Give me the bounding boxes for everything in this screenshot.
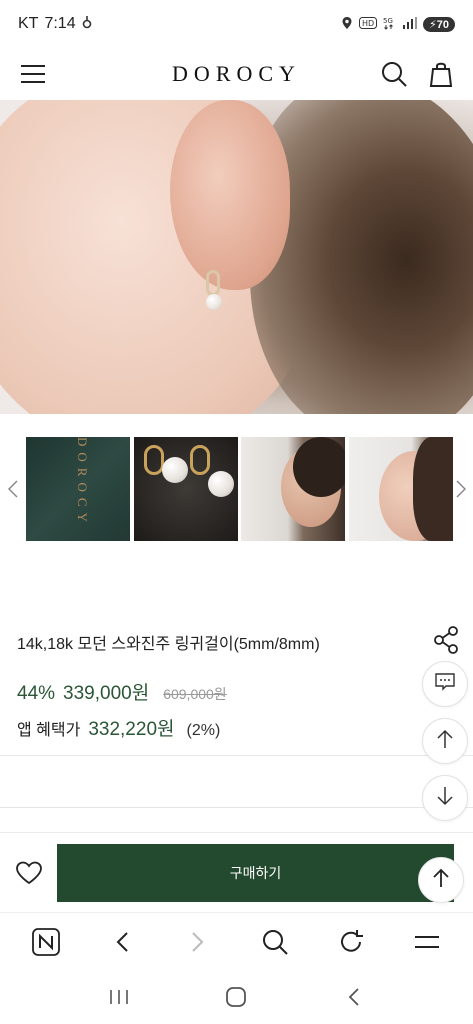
thumb-hair-3 (293, 437, 345, 497)
signal-icon (403, 16, 418, 32)
divider (0, 807, 473, 808)
app-benefit-row: 앱 혜택가 332,220원 (2%) (17, 714, 220, 741)
thumbnail-1[interactable]: DOROCY (26, 437, 130, 541)
arrow-up-icon (432, 868, 450, 893)
battery-level: 70 (436, 18, 449, 31)
browser-menu-icon[interactable] (407, 922, 447, 962)
network-5g-icon: 5G (383, 16, 397, 33)
discount-rate: 44% (17, 683, 56, 704)
heart-icon[interactable] (14, 859, 44, 887)
shopping-bag-icon[interactable] (429, 61, 453, 87)
thumb-pearl-1 (162, 457, 188, 483)
browser-toolbar (0, 912, 473, 970)
thumb-hoop-1 (144, 445, 164, 475)
carousel-next-icon[interactable] (451, 475, 471, 503)
image-ear (170, 100, 290, 290)
chat-icon (435, 672, 455, 696)
scroll-down-button[interactable] (422, 775, 468, 821)
svg-text:HD: HD (362, 19, 374, 28)
refresh-icon[interactable] (331, 922, 371, 962)
system-back-icon[interactable] (334, 977, 374, 1017)
naver-home-icon[interactable] (26, 922, 66, 962)
search-icon[interactable] (381, 61, 407, 87)
image-earring-pearl (206, 294, 222, 310)
notification-icon (82, 15, 92, 34)
carousel-prev-icon[interactable] (3, 475, 23, 503)
thumbnail-4[interactable] (349, 437, 453, 541)
thumb-pearl-2 (208, 471, 234, 497)
app-benefit-percent: (2%) (186, 722, 221, 739)
svg-text:5G: 5G (383, 17, 393, 25)
image-earring-hoop (206, 270, 220, 296)
thumb-hair-4 (413, 437, 453, 541)
chat-button[interactable] (422, 661, 468, 707)
product-main-image[interactable] (0, 100, 473, 414)
hd-icon: HD (359, 16, 378, 32)
thumb-hoop-2 (190, 445, 210, 475)
home-icon[interactable] (216, 977, 256, 1017)
arrow-down-icon (436, 786, 454, 811)
app-benefit-label: 앱 혜택가 (17, 722, 81, 739)
clock: 7:14 (44, 15, 76, 32)
battery-icon: ⚡70 (423, 16, 455, 32)
scroll-top-button[interactable] (418, 857, 464, 903)
app-benefit-price: 332,220원 (88, 719, 175, 740)
system-nav-bar (0, 970, 473, 1024)
thumbnail-1-pattern: DOROCY (75, 437, 90, 528)
buy-bar: 구매하기 (0, 832, 473, 910)
price-row: 44% 339,000원 609,000원 (17, 678, 227, 705)
thumbnail-carousel: DOROCY (0, 437, 473, 543)
sale-price: 339,000원 (63, 683, 150, 704)
original-price: 609,000원 (163, 686, 227, 702)
arrow-up-icon (436, 729, 454, 754)
forward-icon[interactable] (178, 922, 218, 962)
status-bar: KT 7:14 HD 5G ⚡70 (0, 0, 473, 48)
thumbnail-3[interactable] (241, 437, 345, 541)
thumbnail-2[interactable] (134, 437, 238, 541)
scroll-up-button[interactable] (422, 718, 468, 764)
site-header: DOROCY (0, 48, 473, 100)
recent-apps-icon[interactable] (99, 977, 139, 1017)
share-icon[interactable] (428, 622, 464, 658)
product-title: 14k,18k 모던 스와진주 링귀걸이(5mm/8mm) (17, 636, 320, 653)
buy-button[interactable]: 구매하기 (57, 844, 454, 902)
browser-search-icon[interactable] (255, 922, 295, 962)
back-icon[interactable] (102, 922, 142, 962)
image-hair (250, 100, 473, 414)
carrier-label: KT (18, 15, 39, 32)
divider (0, 755, 473, 756)
location-icon (341, 16, 353, 33)
